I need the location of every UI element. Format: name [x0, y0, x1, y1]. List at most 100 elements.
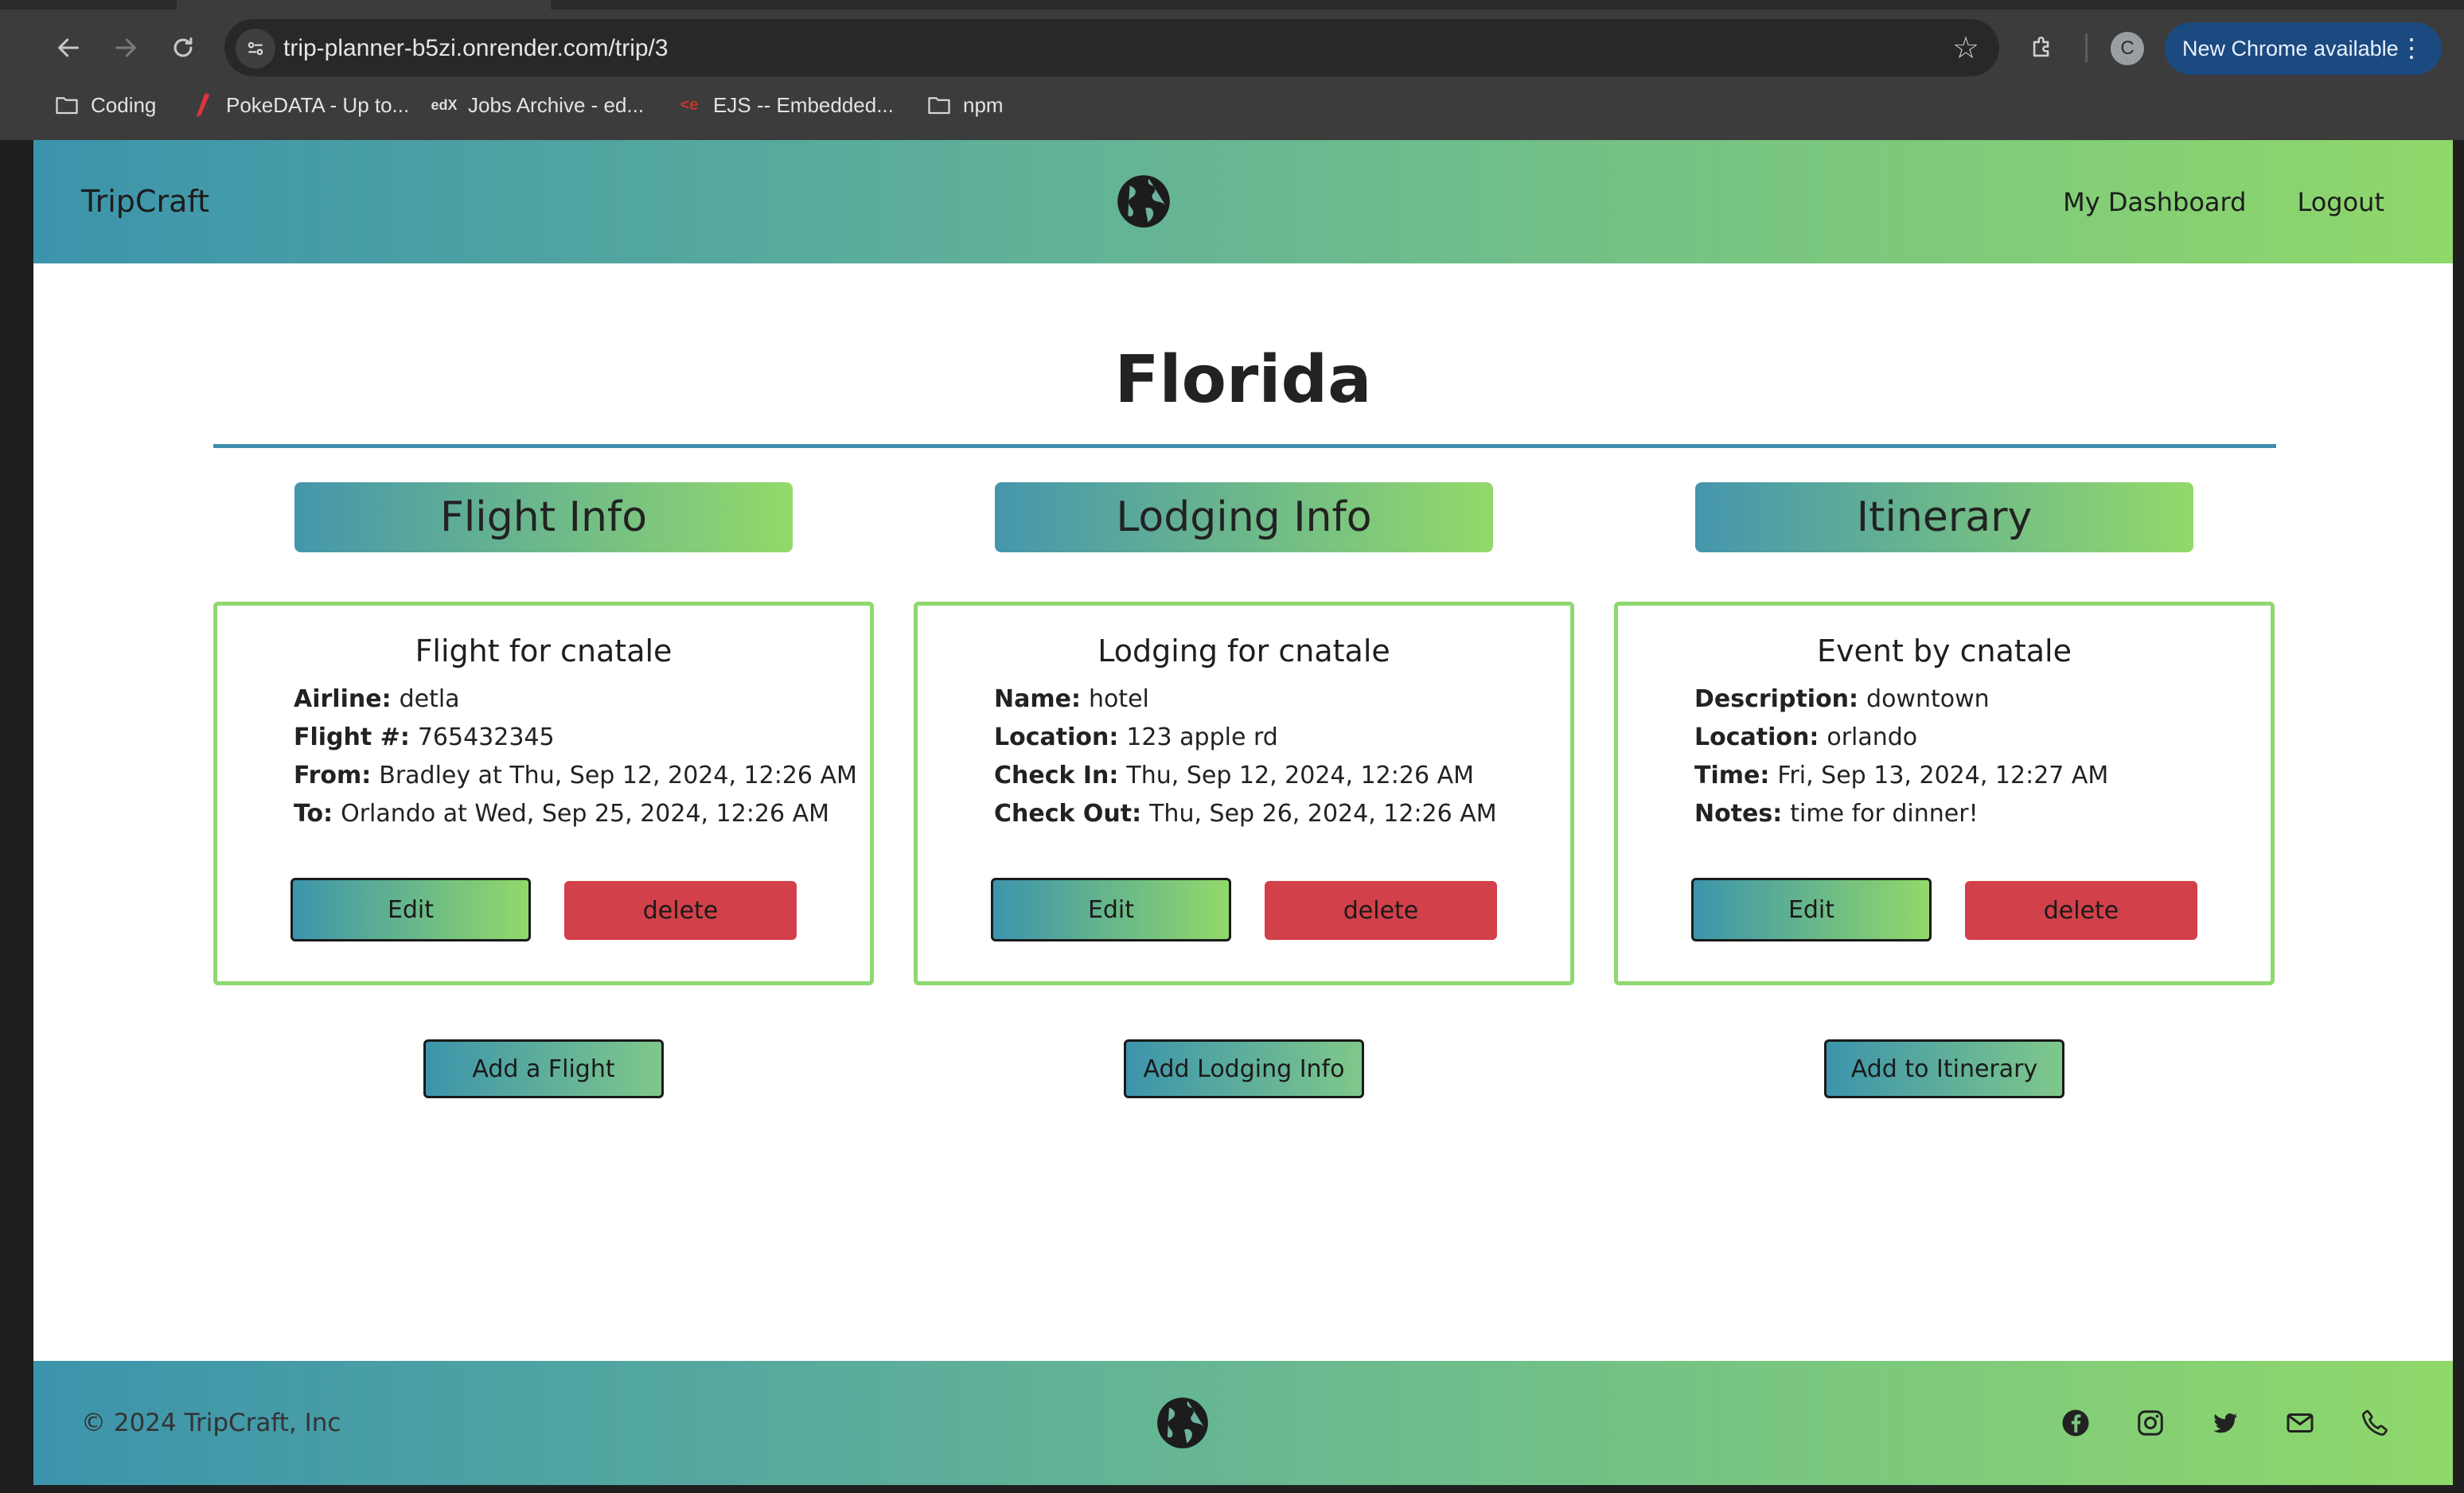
instagram-icon[interactable]: [2133, 1405, 2168, 1440]
bookmark-ejs[interactable]: <e EJS -- Embedded...: [676, 86, 894, 124]
social-links: [2058, 1361, 2392, 1485]
card-title: Flight for cnatale: [415, 633, 673, 669]
field-value: hotel: [1088, 685, 1149, 713]
field-value: downtown: [1866, 685, 1990, 713]
toolbar-divider: [2085, 33, 2088, 62]
field-value: Thu, Sep 26, 2024, 12:26 AM: [1149, 800, 1497, 828]
brand-link[interactable]: TripCraft: [81, 140, 209, 263]
header-nav: My Dashboard Logout: [2063, 140, 2384, 263]
background-window-strip: [2453, 140, 2464, 1493]
field-notes: Notes: time for dinner!: [1694, 795, 2271, 833]
field-value: 123 apple rd: [1126, 723, 1278, 751]
field-flight-number: Flight #: 765432345: [294, 719, 870, 757]
add-flight-button[interactable]: Add a Flight: [423, 1039, 664, 1098]
section-heading-lodging: Lodging Info: [995, 482, 1493, 552]
field-label: Location:: [1694, 723, 1819, 751]
update-label: New Chrome available: [2182, 36, 2399, 60]
web-page: TripCraft My Dashboard Logout Florida Fl…: [33, 140, 2453, 1485]
field-label: Flight #:: [294, 723, 410, 751]
flight-section: Flight Info Flight for cnatale Airline: d…: [213, 482, 874, 1098]
itinerary-section: Itinerary Event by cnatale Description: d…: [1614, 482, 2275, 1098]
copyright-text: © 2024 TripCraft, Inc: [81, 1409, 341, 1437]
field-label: Notes:: [1694, 800, 1783, 828]
field-value: time for dinner!: [1790, 800, 1979, 828]
globe-icon: [1157, 1397, 1208, 1448]
field-label: Time:: [1694, 762, 1770, 789]
forward-button[interactable]: [100, 22, 151, 73]
flight-card: Flight for cnatale Airline: detla Flight …: [213, 602, 874, 985]
edit-event-button[interactable]: Edit: [1691, 878, 1932, 941]
field-label: Check In:: [994, 762, 1119, 789]
bookmarks-bar: Coding PokeDATA - Up to... edX Jobs Arch…: [0, 86, 2464, 124]
card-fields: Description: downtown Location: orlando Ti…: [1694, 680, 2271, 833]
delete-event-button[interactable]: delete: [1965, 881, 2197, 940]
extensions-icon[interactable]: [2018, 24, 2066, 72]
page-title: Florida: [1114, 342, 1372, 418]
back-button[interactable]: [43, 22, 94, 73]
section-heading-flight: Flight Info: [294, 482, 793, 552]
field-value: detla: [399, 685, 460, 713]
card-title: Lodging for cnatale: [1097, 633, 1390, 669]
field-name: Name: hotel: [994, 680, 1570, 719]
bookmark-label: Coding: [91, 92, 157, 117]
twitter-icon[interactable]: [2208, 1405, 2243, 1440]
card-fields: Airline: detla Flight #: 765432345 From: Br…: [294, 680, 870, 833]
bookmark-star-icon[interactable]: ☆: [1942, 24, 1990, 72]
edit-lodging-button[interactable]: Edit: [991, 878, 1231, 941]
bookmark-npm[interactable]: npm: [926, 86, 1004, 124]
globe-icon: [1117, 175, 1170, 228]
section-heading-itinerary: Itinerary: [1695, 482, 2193, 552]
active-tab[interactable]: [177, 0, 551, 10]
bookmark-jobs-archive[interactable]: edX Jobs Archive - ed...: [431, 86, 645, 124]
arrow-right-icon: [115, 38, 136, 57]
lodging-card: Lodging for cnatale Name: hotel Location:…: [914, 602, 1574, 985]
envelope-icon[interactable]: [2283, 1405, 2318, 1440]
site-settings-icon[interactable]: [236, 29, 275, 68]
field-airline: Airline: detla: [294, 680, 870, 719]
field-label: To:: [294, 800, 333, 828]
field-label: Description:: [1694, 685, 1859, 713]
card-title: Event by cnatale: [1816, 633, 2072, 669]
field-from: From: Bradley at Thu, Sep 12, 2024, 12:26…: [294, 757, 870, 795]
bookmark-label: Jobs Archive - ed...: [468, 92, 645, 117]
field-value: 765432345: [417, 723, 555, 751]
card-fields: Name: hotel Location: 123 apple rd Check I…: [994, 680, 1570, 833]
facebook-icon[interactable]: [2058, 1405, 2093, 1440]
edit-flight-button[interactable]: Edit: [290, 878, 531, 941]
field-value: orlando: [1827, 723, 1918, 751]
delete-lodging-button[interactable]: delete: [1265, 881, 1497, 940]
nav-link-logout[interactable]: Logout: [2297, 187, 2384, 217]
browser-toolbar: trip-planner-b5zi.onrender.com/trip/3 ☆ …: [0, 0, 2464, 140]
profile-avatar[interactable]: C: [2111, 32, 2144, 65]
add-lodging-button[interactable]: Add Lodging Info: [1124, 1039, 1364, 1098]
site-header: TripCraft My Dashboard Logout: [33, 140, 2453, 263]
reload-button[interactable]: [158, 22, 209, 73]
folder-icon: [926, 92, 952, 118]
field-label: From:: [294, 762, 372, 789]
itinerary-card: Event by cnatale Description: downtown Lo…: [1614, 602, 2275, 985]
field-value: Thu, Sep 12, 2024, 12:26 AM: [1126, 762, 1474, 789]
bookmark-label: PokeDATA - Up to...: [226, 92, 410, 117]
field-time: Time: Fri, Sep 13, 2024, 12:27 AM: [1694, 757, 2271, 795]
field-value: Bradley at Thu, Sep 12, 2024, 12:26 AM: [379, 762, 857, 789]
field-label: Airline:: [294, 685, 392, 713]
delete-flight-button[interactable]: delete: [564, 881, 797, 940]
field-location: Location: 123 apple rd: [994, 719, 1570, 757]
field-check-in: Check In: Thu, Sep 12, 2024, 12:26 AM: [994, 757, 1570, 795]
edx-favicon: edX: [431, 96, 458, 113]
field-value: Fri, Sep 13, 2024, 12:27 AM: [1777, 762, 2109, 789]
add-itinerary-button[interactable]: Add to Itinerary: [1824, 1039, 2064, 1098]
field-check-out: Check Out: Thu, Sep 26, 2024, 12:26 AM: [994, 795, 1570, 833]
field-label: Check Out:: [994, 800, 1142, 828]
bookmark-pokedata[interactable]: PokeDATA - Up to...: [189, 86, 409, 124]
nav-link-dashboard[interactable]: My Dashboard: [2063, 187, 2246, 217]
field-to: To: Orlando at Wed, Sep 25, 2024, 12:26 A…: [294, 795, 870, 833]
lodging-section: Lodging Info Lodging for cnatale Name: ho…: [914, 482, 1574, 1098]
kebab-menu-icon[interactable]: ⋮: [2399, 33, 2424, 62]
telephone-icon[interactable]: [2357, 1405, 2392, 1440]
url-text[interactable]: trip-planner-b5zi.onrender.com/trip/3: [283, 29, 669, 68]
chrome-update-button[interactable]: New Chrome available ⋮: [2165, 22, 2442, 75]
field-label: Name:: [994, 685, 1081, 713]
bookmark-coding[interactable]: Coding: [54, 86, 156, 124]
field-location: Location: orlando: [1694, 719, 2271, 757]
